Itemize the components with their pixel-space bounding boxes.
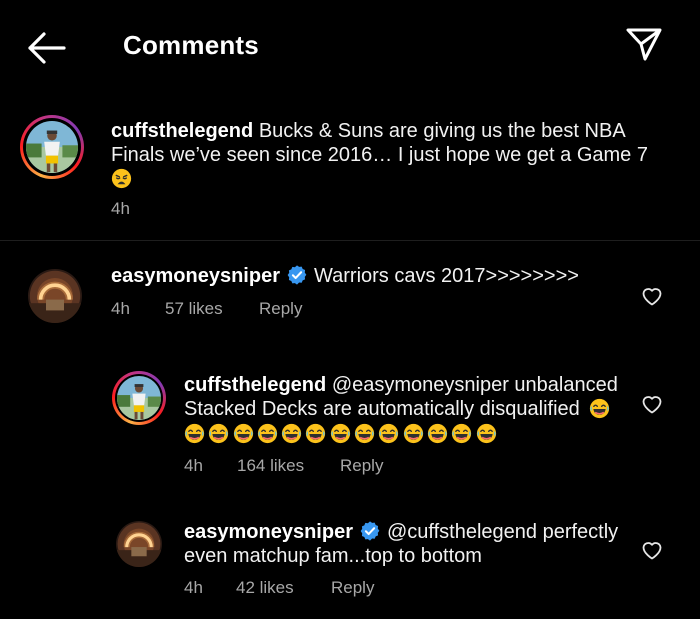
laughing-emoji-icon [256, 423, 278, 444]
divider [0, 240, 700, 241]
comment-body: Warriors cavs 2017>>>>>>>> [313, 265, 579, 287]
laughing-emoji-icon [589, 398, 611, 419]
verified-badge-icon [359, 520, 381, 542]
laughing-emoji-icon [378, 423, 400, 444]
comment-timestamp: 4h [111, 299, 130, 318]
laughing-emoji-icon [354, 423, 375, 444]
laughing-emoji-icon [184, 423, 205, 444]
reply-body-line1: @cuffsthelegend perfectly [386, 521, 619, 543]
avatar[interactable] [28, 269, 82, 323]
comment-username[interactable]: easymoneysniper [111, 265, 280, 287]
caption-timestamp: 4h [111, 199, 130, 218]
laughing-emoji-icon [329, 423, 351, 444]
laughing-emoji-icon [451, 423, 473, 444]
back-button[interactable] [24, 28, 68, 68]
weary-face-emoji-icon [111, 168, 132, 189]
laughing-emoji-icon [427, 423, 448, 444]
comment-likes[interactable]: 57 likes [165, 299, 223, 319]
laughing-emoji-icon [208, 423, 230, 444]
avatar-story-ring[interactable] [20, 115, 84, 179]
reply-body-line2: Stacked Decks are automatically disquali… [184, 398, 580, 420]
header-bar: Comments [0, 0, 700, 96]
laughing-emoji-icon [232, 423, 254, 444]
caption-text: cuffsthelegend Bucks & Suns are giving u… [111, 119, 671, 191]
reply-timestamp: 4h [184, 578, 203, 597]
reply-text: cuffsthelegend @easymoneysniper unbalanc… [184, 373, 624, 446]
heart-outline-icon[interactable] [640, 392, 664, 416]
heart-outline-icon[interactable] [640, 284, 664, 308]
reply-text: easymoneysniper @cuffsthelegend perfectly… [184, 520, 624, 568]
verified-badge-icon [286, 264, 308, 286]
reply-body-line1: @easymoneysniper unbalanced [331, 374, 618, 396]
page-title: Comments [123, 30, 259, 60]
reply-likes[interactable]: 42 likes [236, 578, 294, 598]
avatar[interactable] [116, 521, 162, 567]
laughing-emoji-icon [281, 423, 303, 444]
reply-timestamp: 4h [184, 456, 203, 475]
comment-text: easymoneysniper Warriors cavs 2017>>>>>>>… [111, 264, 631, 288]
reply-button[interactable]: Reply [259, 299, 302, 319]
caption-username[interactable]: cuffsthelegend [111, 120, 253, 142]
emoji-row [184, 422, 624, 446]
reply-body-line2: even matchup fam...top to bottom [184, 545, 482, 567]
avatar [26, 121, 78, 173]
paper-plane-icon [626, 28, 662, 61]
laughing-emoji-icon [402, 423, 424, 444]
laughing-emoji-icon [305, 423, 327, 444]
arrow-left-icon [28, 32, 66, 64]
heart-outline-icon[interactable] [640, 538, 664, 562]
reply-username[interactable]: cuffsthelegend [184, 374, 326, 396]
laughing-emoji-icon [475, 423, 497, 444]
avatar [117, 376, 161, 420]
share-button[interactable] [624, 24, 664, 64]
reply-button[interactable]: Reply [340, 456, 383, 476]
reply-username[interactable]: easymoneysniper [184, 521, 353, 543]
avatar-story-ring[interactable] [112, 371, 166, 425]
reply-button[interactable]: Reply [331, 578, 374, 598]
reply-likes[interactable]: 164 likes [237, 456, 304, 476]
